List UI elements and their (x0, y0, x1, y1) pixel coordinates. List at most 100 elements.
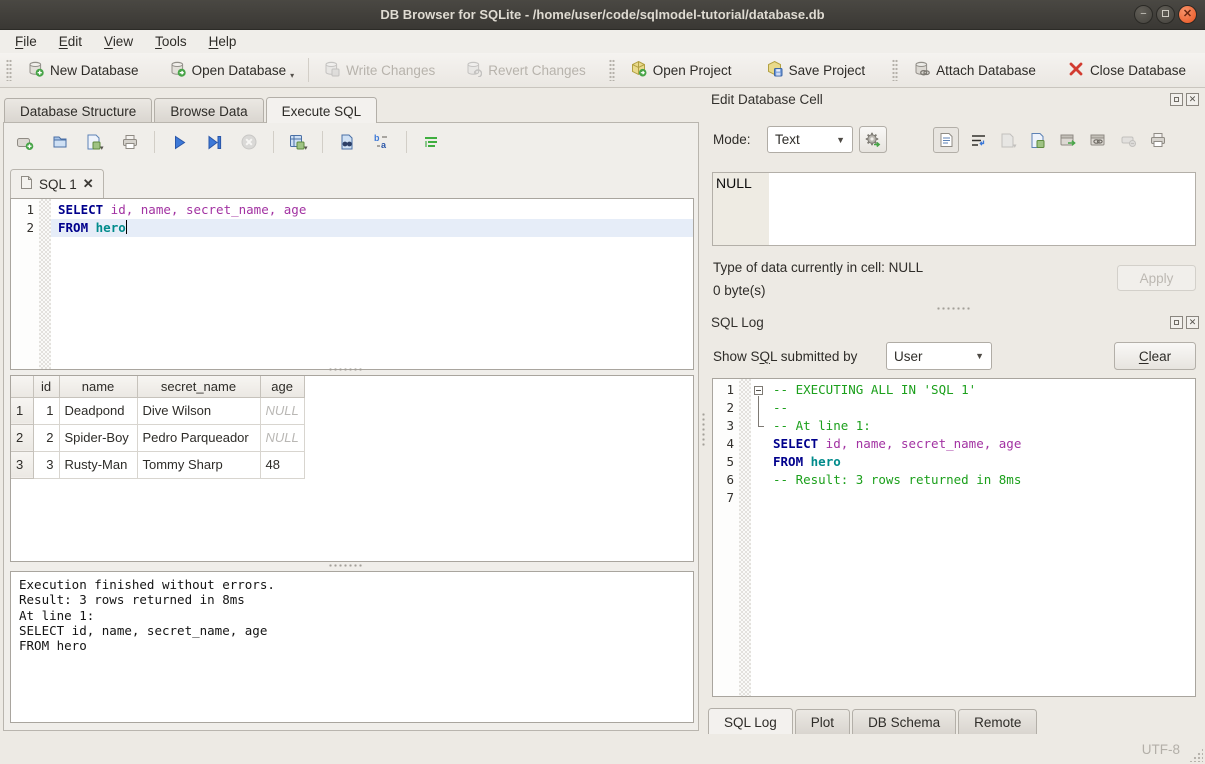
minimize-icon[interactable]: − (1134, 5, 1153, 24)
tab-execute-sql[interactable]: Execute SQL (266, 97, 378, 123)
sql-document-tab[interactable]: SQL 1 ✕ (10, 169, 104, 198)
open-database-button[interactable]: Open Database ▾ (160, 56, 304, 84)
splitter-handle[interactable] (328, 563, 364, 569)
maximize-icon[interactable] (1156, 5, 1175, 24)
format-sql-button[interactable] (420, 131, 442, 153)
stop-execution-button (238, 131, 260, 153)
sql-log-title: SQL Log (711, 315, 764, 330)
export-results-button[interactable]: ▾ (287, 131, 309, 153)
close-icon[interactable]: ✕ (1178, 5, 1197, 24)
dock-close-icon[interactable]: ✕ (1186, 316, 1199, 329)
cell-value-editor[interactable]: NULL (712, 172, 1196, 246)
cell-secret-name[interactable]: Dive Wilson (137, 397, 260, 424)
col-header-name[interactable]: name (59, 376, 137, 397)
save-project-button[interactable]: Save Project (757, 56, 875, 84)
splitter-handle[interactable] (328, 367, 364, 373)
log-gutter: 1 2 3 4 5 6 7 (713, 379, 739, 696)
sql-tab-close-icon[interactable]: ✕ (83, 176, 94, 192)
dock-float-icon[interactable] (1170, 93, 1183, 106)
cell-name[interactable]: Spider-Boy (59, 424, 137, 451)
cell-age[interactable]: 48 (260, 451, 304, 478)
new-database-button[interactable]: New Database (18, 56, 148, 84)
toolbar-grip[interactable] (609, 59, 615, 81)
cell-secret-name[interactable]: Pedro Parqueador (137, 424, 260, 451)
auto-apply-button[interactable] (859, 126, 887, 153)
tab-sql-log[interactable]: SQL Log (708, 708, 793, 734)
table-row: 3 3 Rusty-Man Tommy Sharp 48 (11, 451, 304, 478)
find-button[interactable] (336, 131, 358, 153)
chevron-down-icon: ▼ (975, 351, 984, 361)
corner-header[interactable] (11, 376, 33, 397)
open-sql-file-button[interactable] (49, 131, 71, 153)
dock-close-icon[interactable]: ✕ (1186, 93, 1199, 106)
sql-toolbar-separator (322, 131, 323, 153)
tab-plot[interactable]: Plot (795, 709, 850, 734)
col-header-secret-name[interactable]: secret_name (137, 376, 260, 397)
mode-label: Mode: (713, 132, 751, 147)
open-database-dropdown-icon[interactable]: ▾ (290, 71, 294, 80)
tab-browse-data[interactable]: Browse Data (154, 98, 263, 123)
execute-line-button[interactable] (203, 131, 225, 153)
window-controls: − ✕ (1134, 5, 1197, 24)
import-cell-data-icon: ▾ (997, 129, 1019, 151)
statusbar: UTF-8 (0, 735, 1205, 764)
execution-message-box: Execution finished without errors. Resul… (10, 571, 694, 723)
gear-icon (864, 131, 882, 149)
toolbar-grip[interactable] (6, 59, 12, 81)
tab-database-structure[interactable]: Database Structure (4, 98, 152, 123)
cell-age[interactable]: NULL (260, 424, 304, 451)
new-sql-tab-button[interactable] (14, 131, 36, 153)
menu-view[interactable]: View (93, 31, 144, 52)
resize-grip[interactable] (1189, 748, 1203, 762)
sql-editor[interactable]: 1 2 SELECT id, name, secret_name, age FR… (10, 198, 694, 370)
open-in-external-icon[interactable] (1057, 129, 1079, 151)
text-mode-icon[interactable] (933, 127, 959, 153)
encoding-indicator: UTF-8 (1142, 742, 1180, 757)
col-header-age[interactable]: age (260, 376, 304, 397)
cell-id[interactable]: 3 (33, 451, 59, 478)
open-project-button[interactable]: Open Project (621, 56, 741, 84)
cell-name[interactable]: Rusty-Man (59, 451, 137, 478)
sql-toolbar: ▾ ▾ ba (14, 131, 442, 153)
close-database-button[interactable]: Close Database (1059, 57, 1195, 84)
replace-button[interactable]: ba (371, 131, 393, 153)
log-line-3: -- At line 1: (766, 417, 1195, 435)
log-filter-select[interactable]: User▼ (886, 342, 992, 370)
copy-link-icon[interactable] (1087, 129, 1109, 151)
dock-float-icon[interactable] (1170, 316, 1183, 329)
tab-db-schema[interactable]: DB Schema (852, 709, 956, 734)
menu-help[interactable]: Help (198, 31, 248, 52)
fold-marker-icon[interactable] (754, 386, 763, 395)
tab-remote[interactable]: Remote (958, 709, 1037, 734)
cell-id[interactable]: 2 (33, 424, 59, 451)
menu-file[interactable]: File (4, 31, 48, 52)
print-cell-icon[interactable] (1147, 129, 1169, 151)
save-sql-file-button[interactable]: ▾ (84, 131, 106, 153)
vertical-splitter-handle[interactable] (701, 412, 707, 448)
cell-mode-select[interactable]: Text▼ (767, 126, 853, 153)
menu-tools[interactable]: Tools (144, 31, 198, 52)
text-cursor (126, 220, 128, 234)
cell-secret-name[interactable]: Tommy Sharp (137, 451, 260, 478)
cell-id[interactable]: 1 (33, 397, 59, 424)
attach-database-button[interactable]: Attach Database (904, 56, 1045, 84)
log-line-7 (766, 489, 1195, 507)
word-wrap-icon[interactable] (967, 129, 989, 151)
execute-all-button[interactable] (168, 131, 190, 153)
sql-log-view[interactable]: 1 2 3 4 5 6 7 -- EXECUTING ALL IN 'SQL 1… (712, 378, 1196, 697)
cell-name[interactable]: Deadpond (59, 397, 137, 424)
sql-line-1: SELECT id, name, secret_name, age (51, 201, 693, 219)
cell-age[interactable]: NULL (260, 397, 304, 424)
export-cell-data-icon[interactable] (1027, 129, 1049, 151)
clear-log-button[interactable]: Clear (1114, 342, 1196, 370)
window-title: DB Browser for SQLite - /home/user/code/… (380, 7, 824, 22)
col-header-id[interactable]: id (33, 376, 59, 397)
open-database-icon (169, 60, 186, 80)
menu-edit[interactable]: Edit (48, 31, 93, 52)
log-code: -- EXECUTING ALL IN 'SQL 1' -- -- At lin… (766, 381, 1195, 507)
edit-cell-title: Edit Database Cell (711, 92, 823, 107)
print-sql-button[interactable] (119, 131, 141, 153)
toolbar-grip[interactable] (892, 59, 898, 81)
cell-value: NULL (716, 175, 752, 191)
splitter-handle[interactable] (936, 306, 972, 312)
